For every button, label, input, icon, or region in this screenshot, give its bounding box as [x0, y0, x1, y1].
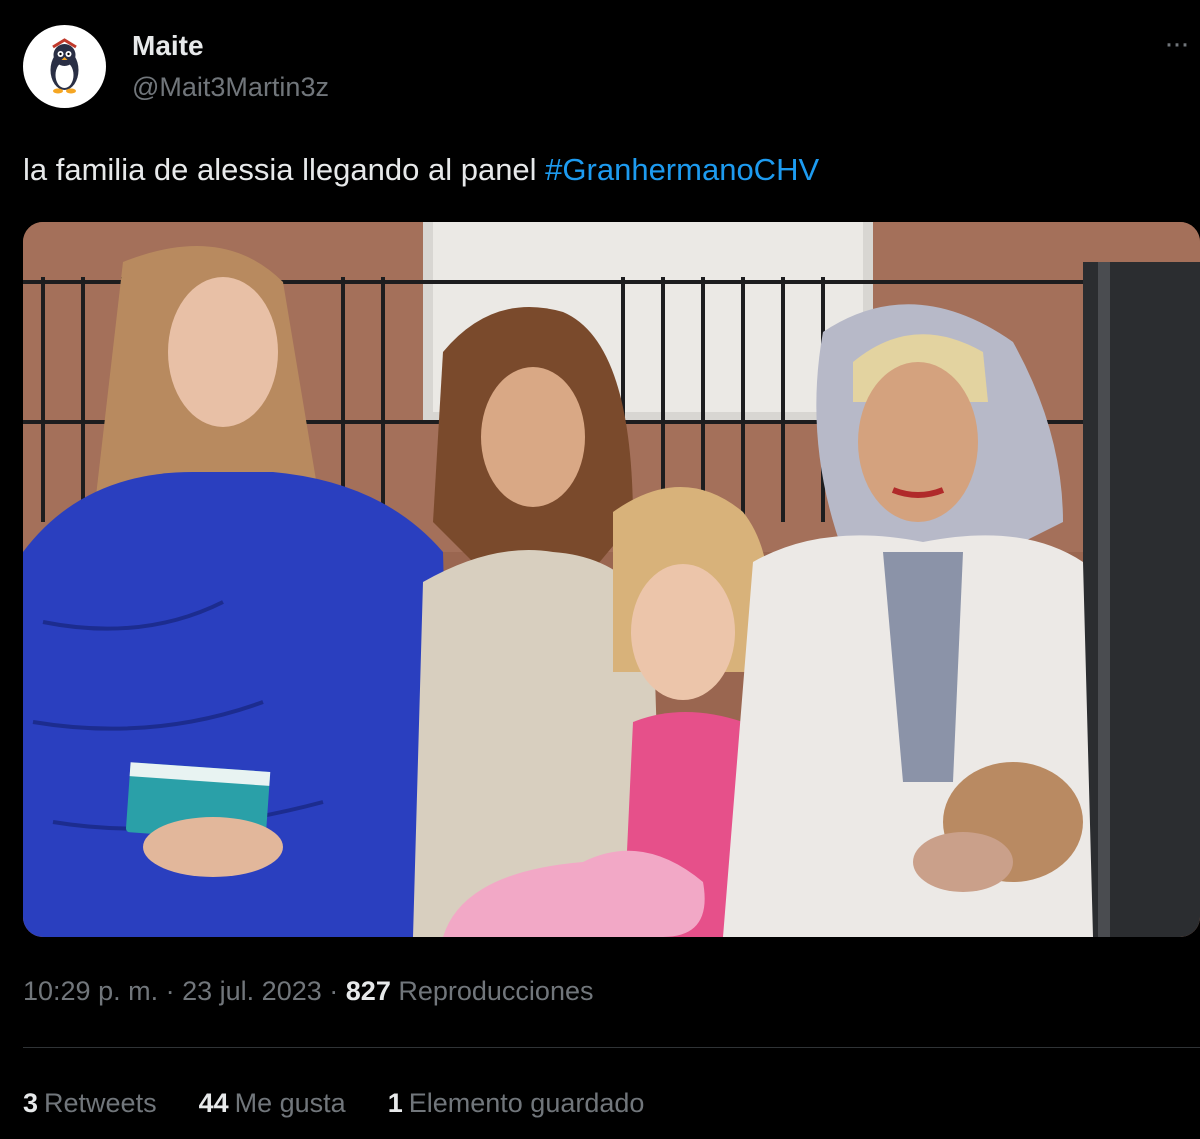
views-count: 827 — [345, 976, 391, 1006]
meta-separator: · — [165, 976, 175, 1006]
meta-separator: · — [329, 976, 339, 1006]
more-options-icon[interactable]: ··· — [1158, 26, 1194, 62]
divider — [23, 1047, 1200, 1048]
likes-count: 44 — [198, 1088, 229, 1118]
tweet-body: la familia de alessia llegando al panel — [23, 152, 546, 187]
penguin-avatar-icon — [50, 38, 79, 94]
photo-image — [23, 222, 1200, 937]
bookmarks-count: 1 — [387, 1088, 403, 1118]
likes-label: Me gusta — [234, 1088, 346, 1118]
hashtag-link[interactable]: #GranhermanoCHV — [545, 152, 819, 187]
tweet-photo[interactable] — [23, 222, 1200, 937]
tweet-text: la familia de alessia llegando al panel … — [23, 152, 819, 188]
tweet-time[interactable]: 10:29 p. m. — [23, 976, 158, 1006]
bookmarks-stat[interactable]: 1 Elemento guardado — [388, 1088, 645, 1119]
views-label: Reproducciones — [398, 976, 594, 1006]
retweets-count: 3 — [23, 1088, 39, 1118]
tweet-meta: 10:29 p. m. · 23 jul. 2023 · 827 Reprodu… — [23, 976, 593, 1007]
retweets-label: Retweets — [44, 1088, 157, 1118]
bookmarks-label: Elemento guardado — [408, 1088, 645, 1118]
likes-stat[interactable]: 44 Me gusta — [199, 1088, 346, 1119]
display-name[interactable]: Maite — [132, 30, 204, 62]
tweet-date[interactable]: 23 jul. 2023 — [182, 976, 322, 1006]
retweets-stat[interactable]: 3 Retweets — [23, 1088, 157, 1119]
user-handle[interactable]: @Mait3Martin3z — [132, 72, 329, 103]
avatar[interactable] — [23, 25, 106, 108]
engagement-stats: 3 Retweets 44 Me gusta 1 Elemento guardado — [23, 1088, 686, 1119]
